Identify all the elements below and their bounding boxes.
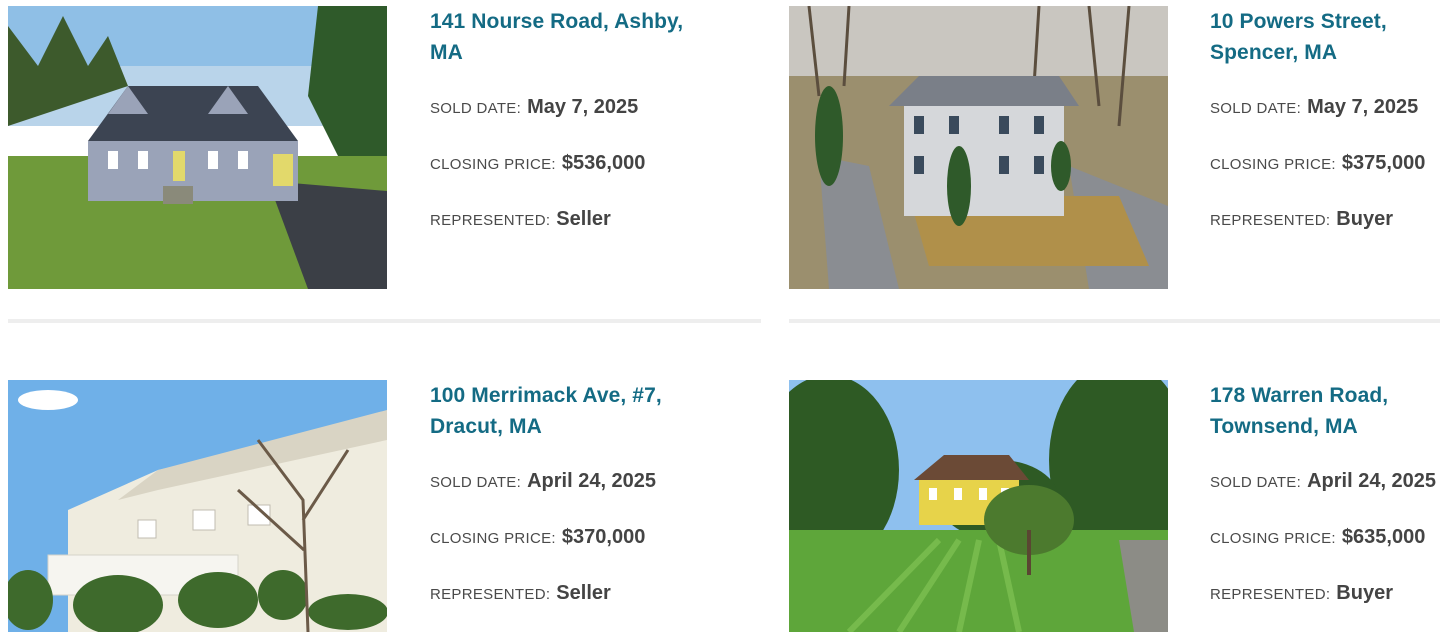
- listing-address-link[interactable]: 10 Powers Street, Spencer, MA: [1210, 10, 1387, 64]
- represented-label: REPRESENTED:: [1210, 212, 1331, 229]
- sold-date-value: May 7, 2025: [1307, 96, 1419, 118]
- sold-date-row: SOLD DATE: April 24, 2025: [1210, 470, 1436, 493]
- closing-price-row: CLOSING PRICE: $536,000: [430, 152, 645, 175]
- sold-date-value: April 24, 2025: [1307, 470, 1437, 492]
- represented-row: REPRESENTED: Seller: [430, 582, 611, 605]
- listing-address-link[interactable]: 141 Nourse Road, Ashby, MA: [430, 10, 683, 64]
- listing-address-link[interactable]: 178 Warren Road, Townsend, MA: [1210, 384, 1388, 438]
- sold-date-label: SOLD DATE:: [430, 100, 522, 117]
- listing-photo[interactable]: [789, 380, 1168, 632]
- sold-date-row: SOLD DATE: May 7, 2025: [430, 96, 638, 119]
- represented-value: Seller: [556, 582, 611, 604]
- represented-row: REPRESENTED: Buyer: [1210, 582, 1393, 605]
- closing-price-label: CLOSING PRICE:: [430, 156, 556, 173]
- represented-label: REPRESENTED:: [430, 586, 551, 603]
- closing-price-value: $536,000: [561, 152, 646, 174]
- sold-date-label: SOLD DATE:: [1210, 474, 1302, 491]
- represented-row: REPRESENTED: Buyer: [1210, 208, 1393, 231]
- represented-label: REPRESENTED:: [1210, 586, 1331, 603]
- closing-price-row: CLOSING PRICE: $635,000: [1210, 526, 1425, 549]
- sold-date-label: SOLD DATE:: [1210, 100, 1302, 117]
- represented-value: Buyer: [1336, 208, 1393, 230]
- sold-date-row: SOLD DATE: May 7, 2025: [1210, 96, 1418, 119]
- represented-value: Buyer: [1336, 582, 1393, 604]
- represented-row: REPRESENTED: Seller: [430, 208, 611, 231]
- listing-photo[interactable]: [8, 6, 387, 289]
- sold-date-label: SOLD DATE:: [430, 474, 522, 491]
- sold-date-value: May 7, 2025: [527, 96, 639, 118]
- listing-info: 178 Warren Road, Townsend, MA SOLD DATE:…: [1210, 380, 1440, 632]
- closing-price-value: $375,000: [1341, 152, 1426, 174]
- listing-info: 10 Powers Street, Spencer, MA SOLD DATE:…: [1210, 6, 1440, 289]
- closing-price-value: $635,000: [1341, 526, 1426, 548]
- closing-price-label: CLOSING PRICE:: [1210, 156, 1336, 173]
- row-divider: [789, 319, 1440, 323]
- sold-date-value: April 24, 2025: [527, 470, 657, 492]
- listing-photo[interactable]: [789, 6, 1168, 289]
- represented-label: REPRESENTED:: [430, 212, 551, 229]
- row-divider: [8, 319, 761, 323]
- sold-date-row: SOLD DATE: April 24, 2025: [430, 470, 656, 493]
- represented-value: Seller: [556, 208, 611, 230]
- listing-address-link[interactable]: 100 Merrimack Ave, #7, Dracut, MA: [430, 384, 662, 438]
- listing-photo[interactable]: [8, 380, 387, 632]
- closing-price-row: CLOSING PRICE: $370,000: [430, 526, 645, 549]
- listing-info: 100 Merrimack Ave, #7, Dracut, MA SOLD D…: [430, 380, 760, 632]
- closing-price-label: CLOSING PRICE:: [430, 530, 556, 547]
- closing-price-value: $370,000: [561, 526, 646, 548]
- closing-price-row: CLOSING PRICE: $375,000: [1210, 152, 1425, 175]
- listing-info: 141 Nourse Road, Ashby, MA SOLD DATE: May…: [430, 6, 760, 289]
- closing-price-label: CLOSING PRICE:: [1210, 530, 1336, 547]
